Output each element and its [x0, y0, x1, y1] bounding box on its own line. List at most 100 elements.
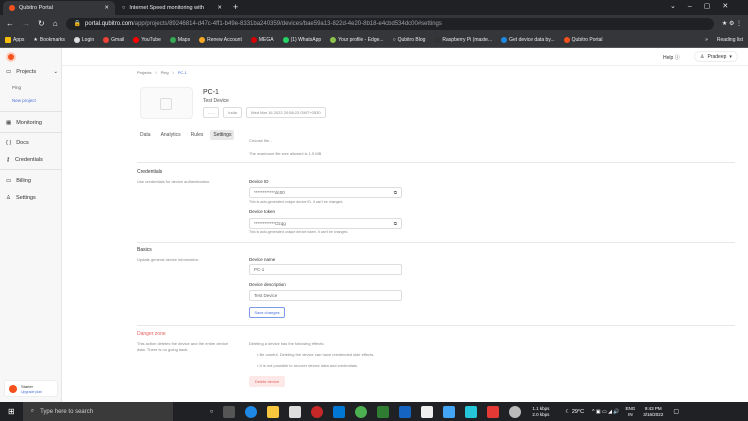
upgrade-link[interactable]: Upgrade plan: [21, 390, 42, 394]
breadcrumb-projects[interactable]: Projects: [137, 70, 151, 75]
choose-file-button[interactable]: Choose file...: [249, 138, 272, 143]
system-tray-icons[interactable]: ^ ▣ ▭ ◢ 🔊: [592, 409, 619, 415]
sidebar-item-projects[interactable]: ▭ Projects ⌄: [6, 69, 58, 75]
close-tab-icon[interactable]: ✕: [104, 5, 109, 11]
home-icon[interactable]: ⌂: [53, 19, 58, 28]
device-image: [140, 87, 193, 119]
device-tags: - - - India Wed Mar 16 2022 20:58:23 GMT…: [203, 107, 326, 118]
bookmark[interactable]: (1) WhatsApp: [282, 36, 321, 43]
help-link[interactable]: Help ⓘ: [663, 54, 680, 61]
device-description-label: Device description: [249, 282, 286, 287]
chrome-icon[interactable]: [355, 405, 368, 418]
bookmark[interactable]: ★ Bookmarks: [33, 37, 65, 43]
extensions-icon[interactable]: ★ ⚙ ⋮: [722, 20, 742, 27]
device-id-help: This is auto-generated unique device ID.…: [249, 200, 344, 204]
taskbar-search[interactable]: ⌕ Type here to search: [22, 402, 173, 421]
copy-icon[interactable]: ⧉: [394, 221, 397, 226]
device-id-label: Device ID: [249, 179, 269, 184]
vscode-icon[interactable]: [333, 405, 346, 418]
more-bookmarks-icon[interactable]: »: [705, 37, 708, 43]
url-input[interactable]: 🔒 portal.qubitro.com/app/projects/8924681…: [65, 17, 714, 30]
bookmark[interactable]: YouTube: [133, 36, 161, 43]
tab-settings[interactable]: Settings: [210, 130, 235, 140]
device-tag: - - -: [203, 107, 220, 118]
sidebar-project-ping[interactable]: Ping: [12, 85, 21, 90]
reload-icon[interactable]: ↻: [38, 19, 45, 28]
tab-analytics[interactable]: Analytics: [158, 130, 184, 140]
task-view-icon[interactable]: [223, 405, 236, 418]
window-controls[interactable]: ⌄–▢✕: [670, 2, 740, 10]
device-description-input[interactable]: Test Device: [249, 290, 402, 301]
delete-device-button[interactable]: Delete device: [249, 376, 285, 387]
browser-tab-strip: Qubitro Portal ✕ ○ Internet Speed monitori…: [0, 0, 748, 15]
sidebar-item-settings[interactable]: ♙ Settings: [6, 195, 36, 201]
folder-icon: ▭: [6, 69, 12, 75]
clock[interactable]: 9:43 PM 3/16/2022: [643, 406, 663, 418]
credentials-desc: Use credentials for device authenticatio…: [137, 179, 211, 184]
cortana-icon[interactable]: ○: [210, 409, 214, 415]
app-icon[interactable]: [421, 405, 434, 418]
sidebar: ▭ Projects ⌄ Ping New project ▦ Monitoring …: [0, 48, 62, 402]
bookmark[interactable]: Login: [73, 36, 94, 43]
user-menu[interactable]: ♙ Pradeep ▾: [694, 51, 738, 62]
bookmark[interactable]: Qubitro Portal: [563, 36, 603, 43]
delete-effect-item: • It is not possible to recover device d…: [257, 363, 359, 368]
app-icon[interactable]: [465, 405, 478, 418]
app-icon[interactable]: [377, 405, 390, 418]
weather[interactable]: ☾ 29°C: [565, 409, 584, 415]
device-name-label: Device name: [249, 257, 276, 262]
device-token-help: This is auto-generated unique device tok…: [249, 230, 349, 234]
qubitro-favicon-icon: [9, 5, 15, 11]
bookmark[interactable]: Renew Account: [199, 36, 242, 43]
bookmark[interactable]: Maps: [169, 36, 190, 43]
bookmark[interactable]: Get device data by...: [501, 36, 555, 43]
plan-card[interactable]: Starter Upgrade plan: [4, 380, 58, 397]
forward-icon[interactable]: →: [22, 19, 30, 28]
bookmark[interactable]: Gmail: [103, 36, 124, 43]
bookmark[interactable]: Raspberry Pi (maste...: [434, 36, 492, 43]
close-tab-icon[interactable]: ✕: [217, 5, 222, 11]
new-tab-button[interactable]: +: [233, 2, 238, 12]
app-icon[interactable]: [443, 405, 456, 418]
save-changes-button[interactable]: Save changes: [249, 307, 285, 318]
plan-icon: [9, 385, 17, 393]
browser-tab-qubitro[interactable]: Qubitro Portal ✕: [3, 1, 115, 15]
notifications-icon[interactable]: ▢: [673, 408, 679, 415]
browser-tab-speed[interactable]: ○ Internet Speed monitoring with ✕: [116, 1, 228, 15]
bookmark[interactable]: ○ Qubitro Blog: [393, 37, 426, 43]
tab-data[interactable]: Data: [137, 130, 154, 140]
tab-rules[interactable]: Rules: [188, 130, 207, 140]
taskbar-apps: ○: [205, 405, 527, 418]
reading-list[interactable]: Reading list: [717, 37, 743, 43]
grid-icon: ▦: [6, 120, 12, 126]
sidebar-item-monitoring[interactable]: ▦ Monitoring: [6, 120, 42, 126]
device-name-input[interactable]: PC-1: [249, 264, 402, 275]
breadcrumb-ping[interactable]: Ping: [161, 70, 169, 75]
wps-icon[interactable]: [487, 405, 500, 418]
bookmark[interactable]: MEGA: [250, 36, 274, 43]
basics-desc: Update general device information.: [137, 257, 200, 262]
language[interactable]: ENG IN: [626, 406, 636, 418]
sidebar-item-credentials[interactable]: ⚷ Credentials: [6, 157, 43, 163]
sidebar-item-billing[interactable]: ▭ Billing: [6, 178, 31, 184]
app-icon[interactable]: [311, 405, 324, 418]
store-icon[interactable]: [289, 405, 302, 418]
windows-taskbar: ⊞ ⌕ Type here to search ○ 1.1 kbps 2.0 kbp…: [0, 402, 748, 421]
device-token-field[interactable]: ************Ozqg ⧉: [249, 218, 402, 229]
new-project-link[interactable]: New project: [12, 98, 36, 103]
file-explorer-icon[interactable]: [267, 405, 280, 418]
sidebar-item-docs[interactable]: { } Docs: [6, 140, 29, 146]
device-name: PC-1: [203, 89, 219, 96]
bookmark-apps[interactable]: Apps: [5, 36, 24, 43]
user-icon: ♙: [700, 53, 705, 60]
uipath-icon[interactable]: [399, 405, 412, 418]
device-id-field[interactable]: ************dc00 ⧉: [249, 187, 402, 198]
bookmark[interactable]: Your profile - Edge...: [330, 36, 384, 43]
copy-icon[interactable]: ⧉: [394, 190, 397, 195]
windows-start-icon[interactable]: ⊞: [8, 407, 15, 416]
url-host: portal.qubitro.com: [85, 20, 134, 27]
tab-title: Qubitro Portal: [19, 5, 53, 11]
edge-icon[interactable]: [245, 405, 258, 418]
back-icon[interactable]: ←: [6, 19, 14, 28]
app-icon[interactable]: [509, 405, 522, 418]
